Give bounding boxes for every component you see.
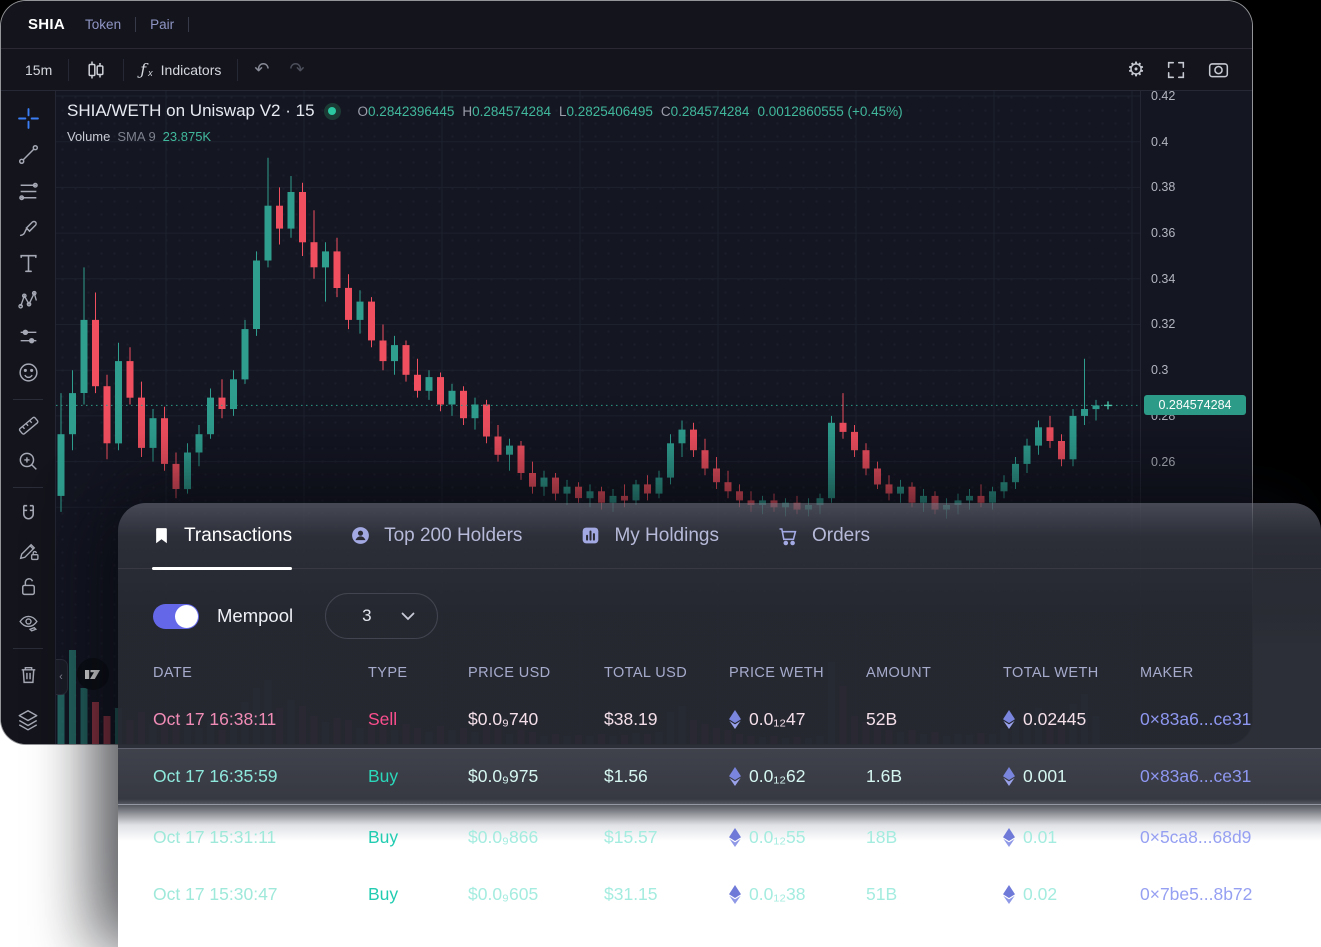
divider (135, 17, 137, 32)
fx-icon: ƒ (140, 60, 147, 79)
col-price-usd[interactable]: PRICE USD (468, 665, 604, 681)
price-tick: 0.38 (1151, 180, 1176, 194)
tab-transactions[interactable]: Transactions (152, 503, 293, 570)
title-bar: SHIA Token Pair (1, 1, 1252, 49)
volume-value: 23.875K (162, 129, 212, 144)
maker-address-link[interactable]: 0×5ca8...68d9 (1140, 827, 1305, 848)
candle-style-button[interactable] (75, 59, 117, 81)
chart-toolbar: 15m ƒx Indicators ↶ ↷ ⚙ (1, 49, 1252, 91)
redo-button[interactable]: ↷ (279, 59, 314, 80)
crosshair-tool[interactable] (14, 105, 42, 132)
price-tick: 0.4 (1151, 135, 1169, 149)
price-tick: 0.34 (1151, 272, 1176, 286)
transactions-panel: Transactions Top 200 Holders My Holdings… (118, 503, 1321, 947)
camera-icon[interactable] (1207, 58, 1230, 81)
eth-icon (729, 885, 741, 904)
emoji-tool[interactable] (14, 359, 42, 386)
settings-gear-icon[interactable]: ⚙ (1127, 57, 1145, 82)
drawing-toolbar (1, 91, 56, 744)
col-price-weth[interactable]: PRICE WETH (729, 665, 866, 681)
volume-legend: Volume SMA 9 23.875K (67, 129, 212, 144)
price-tick: 0.36 (1151, 226, 1176, 240)
panel-tabs: Transactions Top 200 Holders My Holdings… (118, 503, 1321, 570)
indicators-label: Indicators (160, 61, 222, 78)
fib-lines-tool[interactable] (14, 178, 42, 205)
col-maker[interactable]: MAKER (1140, 665, 1305, 681)
ohlc-values: O0.2842396445 H0.284574284 L0.2825406495… (357, 103, 903, 119)
text-tool[interactable] (14, 250, 42, 277)
brush-tool[interactable] (14, 214, 42, 241)
trendline-tool[interactable] (14, 141, 42, 168)
price-tick: 0.32 (1151, 317, 1176, 331)
eth-icon (729, 828, 741, 847)
col-total-weth[interactable]: TOTAL WETH (1003, 665, 1140, 681)
maker-address-link[interactable]: 0×83a6...ce31 (1140, 766, 1305, 787)
indicators-button[interactable]: ƒx Indicators (130, 60, 231, 79)
object-tree-tool[interactable] (14, 707, 42, 734)
candles-icon (88, 61, 104, 78)
eth-icon (1003, 710, 1015, 729)
holdings-chart-icon (583, 527, 599, 544)
price-tick: 0.3 (1151, 363, 1169, 377)
current-price-badge: 0.284574284 (1144, 395, 1246, 415)
col-total-usd[interactable]: TOTAL USD (604, 665, 729, 681)
divider (68, 58, 70, 81)
market-status-icon[interactable] (323, 102, 341, 120)
divider (123, 58, 125, 81)
col-date[interactable]: DATE (153, 665, 368, 681)
tab-token[interactable]: Token (85, 17, 121, 32)
mempool-toggle[interactable] (153, 603, 199, 629)
eth-icon (1003, 767, 1015, 786)
tab-top-holders[interactable]: Top 200 Holders (350, 503, 522, 568)
chevron-down-icon (401, 612, 415, 620)
eth-icon (729, 767, 741, 786)
rows-count-select[interactable]: 3 (325, 593, 439, 639)
magnet-tool[interactable] (14, 500, 42, 527)
hide-drawings-tool[interactable] (14, 609, 42, 636)
panel-controls: Mempool 3 (153, 593, 1321, 639)
table-header: DATE TYPE PRICE USD TOTAL USD PRICE WETH… (118, 655, 1321, 691)
col-amount[interactable]: AMOUNT (866, 665, 1003, 681)
tab-pair[interactable]: Pair (150, 17, 174, 32)
mempool-label: Mempool (217, 605, 294, 626)
eth-icon (729, 710, 741, 729)
price-tick: 0.42 (1151, 89, 1176, 103)
tab-orders[interactable]: Orders (777, 503, 870, 568)
prediction-tool[interactable] (14, 323, 42, 350)
maker-address-link[interactable]: 0×7be5...8b72 (1140, 884, 1305, 905)
divider (13, 398, 43, 400)
table-row[interactable]: Oct 17 15:31:11 Buy $0.0₉866 $15.57 0.0₁… (118, 809, 1321, 866)
pattern-xabcd-tool[interactable] (14, 287, 42, 314)
chart-legend: SHIA/WETH on Uniswap V2 · 15 O0.28423964… (67, 101, 903, 121)
draw-lock-tool[interactable] (14, 536, 42, 563)
undo-button[interactable]: ↶ (244, 59, 279, 80)
fullscreen-icon[interactable] (1165, 59, 1187, 81)
ruler-tool[interactable] (14, 411, 42, 438)
bookmark-icon (156, 528, 167, 544)
lock-open-tool[interactable] (14, 573, 42, 600)
col-type[interactable]: TYPE (368, 665, 468, 681)
table-row[interactable]: Oct 17 16:38:11 Sell $0.0₉740 $38.19 0.0… (118, 691, 1321, 748)
remove-drawings-tool[interactable] (14, 661, 42, 688)
cart-icon (779, 527, 797, 545)
tradingview-logo (77, 658, 109, 690)
eth-icon (1003, 885, 1015, 904)
divider (237, 58, 239, 81)
price-tick: 0.26 (1151, 455, 1176, 469)
eth-icon (1003, 828, 1015, 847)
maker-address-link[interactable]: 0×83a6...ce31 (1140, 709, 1305, 730)
tab-my-holdings[interactable]: My Holdings (580, 503, 719, 568)
zoom-in-tool[interactable] (14, 448, 42, 475)
token-symbol: SHIA (28, 16, 66, 33)
pair-title: SHIA/WETH on Uniswap V2 · 15 (67, 101, 315, 120)
table-row[interactable]: Oct 17 16:35:59 Buy $0.0₉975 $1.56 0.0₁₂… (118, 748, 1321, 805)
divider (13, 648, 43, 650)
divider (188, 17, 190, 32)
holders-badge-icon (352, 527, 369, 544)
change-value: 0.0012860555 (+0.45%) (757, 103, 903, 119)
collapse-drawbar-chevron[interactable]: ‹ (56, 659, 68, 695)
table-row[interactable]: Oct 17 15:30:47 Buy $0.0₉605 $31.15 0.0₁… (118, 866, 1321, 923)
divider (13, 487, 43, 489)
interval-button[interactable]: 15m (15, 62, 62, 78)
